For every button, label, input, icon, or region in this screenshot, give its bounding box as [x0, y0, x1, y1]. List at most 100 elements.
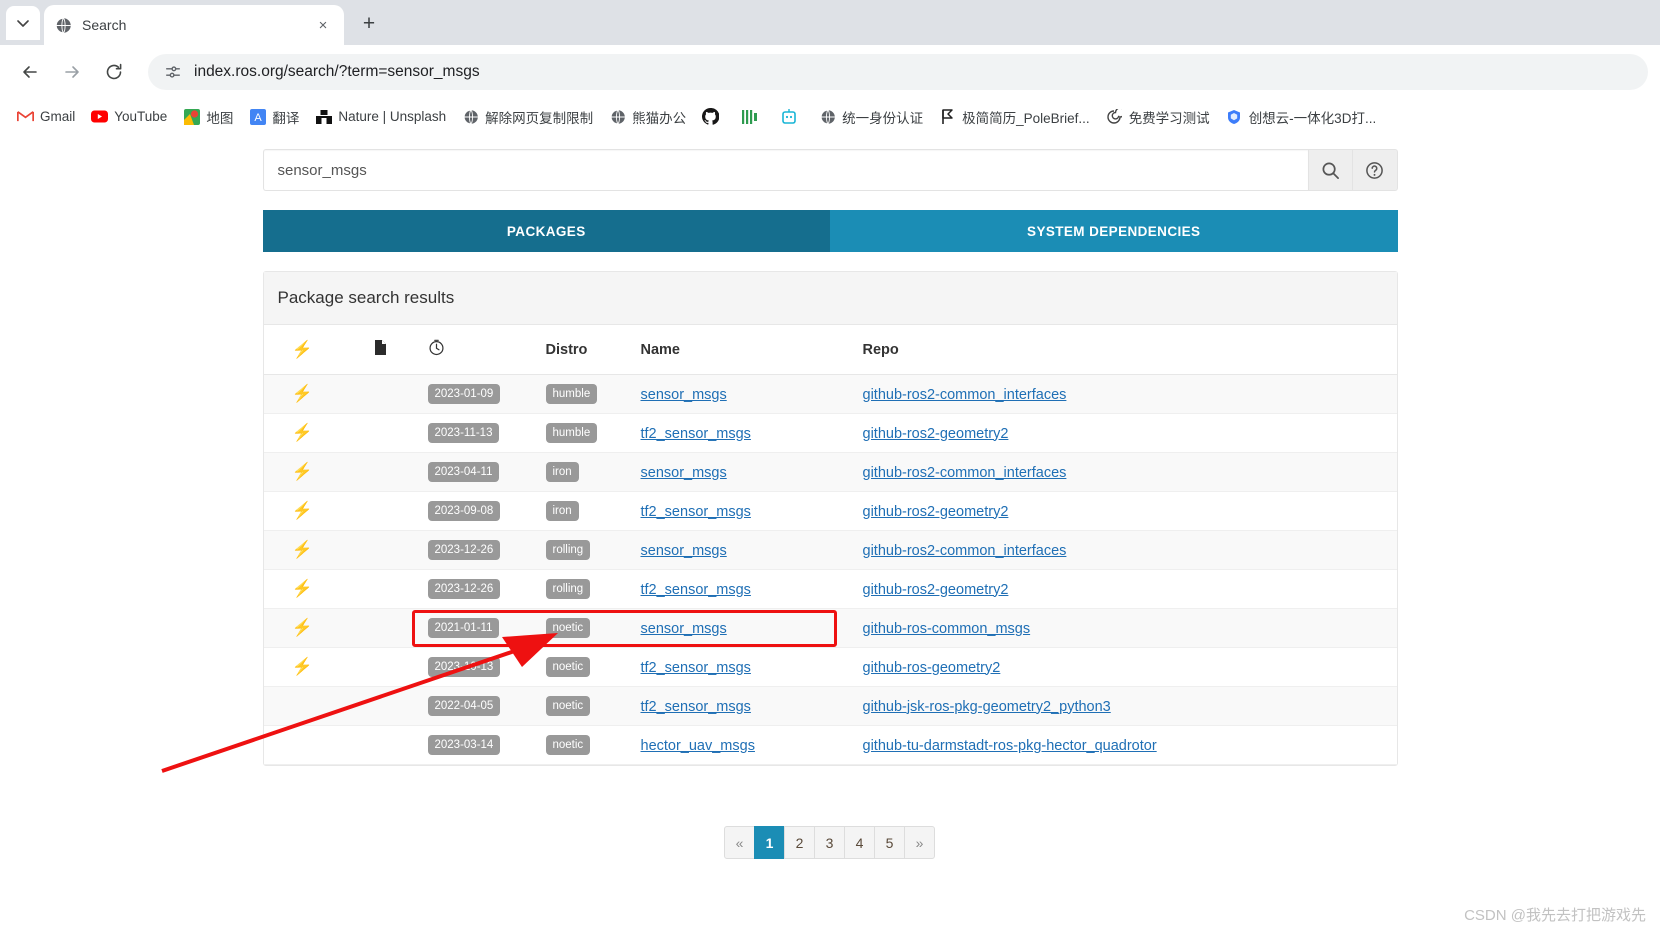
search-input[interactable]	[262, 149, 1308, 191]
column-header-date[interactable]	[419, 325, 538, 375]
package-name-link[interactable]: tf2_sensor_msgs	[641, 582, 751, 598]
close-icon[interactable]: ×	[312, 14, 334, 36]
table-row: 2022-04-05 noetic tf2_sensor_msgs github-js…	[263, 686, 1397, 726]
tab-system-dependencies[interactable]: SYSTEM DEPENDENCIES	[830, 210, 1398, 252]
bookmark-github[interactable]	[695, 104, 732, 129]
pagination-page-1[interactable]: 1	[754, 826, 785, 859]
cell-name: sensor_msgs	[632, 452, 855, 492]
column-header-repo[interactable]: Repo	[854, 325, 1397, 375]
pagination-prev[interactable]: «	[724, 826, 755, 859]
bolt-icon: ⚡	[291, 462, 314, 481]
cell-documentation	[341, 491, 420, 531]
package-name-link[interactable]: tf2_sensor_msgs	[641, 504, 751, 520]
cell-repo: github-ros2-geometry2	[854, 491, 1397, 531]
bookmark-bars[interactable]	[734, 104, 771, 129]
cell-documentation	[341, 725, 420, 765]
tab-packages[interactable]: PACKAGES	[262, 210, 830, 252]
bookmark-free-study-test[interactable]: 免费学习测试	[1099, 103, 1217, 131]
package-name-link[interactable]: sensor_msgs	[641, 621, 727, 637]
cell-distro: noetic	[537, 608, 633, 648]
pagination-page-2[interactable]: 2	[784, 826, 815, 859]
bookmark-chuangxiang-3d[interactable]: 创想云-一体化3D打...	[1219, 103, 1384, 131]
cell-documentation	[341, 374, 420, 414]
cell-date: 2022-04-05	[419, 686, 538, 726]
pagination-page-4[interactable]: 4	[844, 826, 875, 859]
bookmark-unsplash[interactable]: Nature | Unsplash	[308, 104, 453, 129]
bookmark-label: 地图	[206, 110, 234, 126]
column-header-name[interactable]: Name	[632, 325, 855, 375]
cell-date: 2023-12-26	[419, 569, 538, 609]
cell-bolt: ⚡	[263, 413, 342, 453]
distro-badge: noetic	[545, 657, 591, 677]
bookmark-unified-auth[interactable]: 统一身份认证	[812, 103, 930, 131]
cell-repo: github-tu-darmstadt-ros-pkg-hector_quadr…	[854, 725, 1397, 765]
repo-link[interactable]: github-ros-common_msgs	[863, 621, 1031, 637]
repo-link[interactable]: github-ros2-geometry2	[863, 582, 1009, 598]
bookmark-polebrief[interactable]: 极简简历_PoleBrief...	[932, 103, 1097, 131]
column-header-distro[interactable]: Distro	[537, 325, 633, 375]
cell-date: 2021-01-11	[419, 608, 538, 648]
cell-distro: noetic	[537, 725, 633, 765]
repo-link[interactable]: github-tu-darmstadt-ros-pkg-hector_quadr…	[863, 738, 1157, 754]
package-name-link[interactable]: sensor_msgs	[641, 387, 727, 403]
package-name-link[interactable]: sensor_msgs	[641, 465, 727, 481]
repo-link[interactable]: github-ros2-common_interfaces	[863, 465, 1067, 481]
date-badge: 2023-12-26	[427, 540, 501, 560]
gmail-icon	[17, 108, 34, 125]
package-name-link[interactable]: hector_uav_msgs	[641, 738, 755, 754]
pagination-page-5[interactable]: 5	[874, 826, 905, 859]
repo-link[interactable]: github-ros2-geometry2	[863, 426, 1009, 442]
repo-link[interactable]: github-ros2-common_interfaces	[863, 543, 1067, 559]
repo-link[interactable]: github-ros-geometry2	[863, 660, 1001, 676]
unsplash-icon	[315, 108, 332, 125]
bookmark-youtube[interactable]: YouTube	[84, 104, 174, 129]
tab-title: Search	[82, 17, 127, 33]
package-name-link[interactable]: tf2_sensor_msgs	[641, 426, 751, 442]
repo-link[interactable]: github-jsk-ros-pkg-geometry2_python3	[863, 699, 1111, 715]
spiral-icon	[1106, 108, 1123, 125]
column-header-documentation[interactable]	[341, 325, 420, 375]
bookmark-unlock-copy[interactable]: 解除网页复制限制	[455, 103, 600, 131]
repo-link[interactable]: github-ros2-geometry2	[863, 504, 1009, 520]
tab-search-button[interactable]	[6, 6, 40, 40]
cell-repo: github-ros-common_msgs	[854, 608, 1397, 648]
pagination-page-3[interactable]: 3	[814, 826, 845, 859]
cell-distro: rolling	[537, 569, 633, 609]
cell-name: tf2_sensor_msgs	[632, 686, 855, 726]
bookmark-translate[interactable]: A 翻译	[242, 103, 306, 131]
forward-button[interactable]	[54, 54, 90, 90]
table-row: ⚡ 2023-12-26 rolling tf2_sensor_msgs github-…	[263, 569, 1397, 609]
bookmark-robot[interactable]	[773, 104, 810, 129]
bookmark-panda-office[interactable]: 熊猫办公	[602, 103, 693, 131]
page-info-icon[interactable]	[162, 61, 184, 83]
cell-date: 2023-12-26	[419, 530, 538, 570]
bookmark-gmail[interactable]: Gmail	[10, 104, 82, 129]
arrow-right-icon	[65, 65, 79, 78]
distro-badge: iron	[545, 501, 579, 521]
bookmark-label: 创想云-一体化3D打...	[1248, 110, 1377, 126]
repo-link[interactable]: github-ros2-common_interfaces	[863, 387, 1067, 403]
reload-button[interactable]	[96, 54, 132, 90]
result-type-tabs: PACKAGES SYSTEM DEPENDENCIES	[262, 210, 1398, 252]
package-name-link[interactable]: sensor_msgs	[641, 543, 727, 559]
search-button[interactable]	[1307, 149, 1353, 191]
table-row: ⚡ 2023-04-11 iron sensor_msgs github-ros2-co…	[263, 452, 1397, 492]
browser-chrome: Search × + index.ros.org/search/?term=se…	[0, 0, 1660, 136]
back-button[interactable]	[12, 54, 48, 90]
cell-name: tf2_sensor_msgs	[632, 491, 855, 531]
package-name-link[interactable]: tf2_sensor_msgs	[641, 699, 751, 715]
column-header-bolt[interactable]: ⚡	[263, 325, 342, 375]
help-button[interactable]	[1352, 149, 1398, 191]
pagination-next[interactable]: »	[904, 826, 935, 859]
address-bar[interactable]: index.ros.org/search/?term=sensor_msgs	[148, 53, 1648, 90]
cell-name: tf2_sensor_msgs	[632, 647, 855, 687]
table-row: 2023-03-14 noetic hector_uav_msgs github-tu…	[263, 725, 1397, 765]
new-tab-button[interactable]: +	[354, 9, 384, 39]
document-icon	[375, 340, 386, 355]
browser-tab[interactable]: Search ×	[44, 5, 344, 45]
package-name-link[interactable]: tf2_sensor_msgs	[641, 660, 751, 676]
tab-strip: Search × +	[0, 0, 1660, 45]
flag-icon	[939, 108, 956, 125]
bookmark-label: 熊猫办公	[632, 110, 687, 126]
bookmark-maps[interactable]: 地图	[176, 103, 240, 131]
